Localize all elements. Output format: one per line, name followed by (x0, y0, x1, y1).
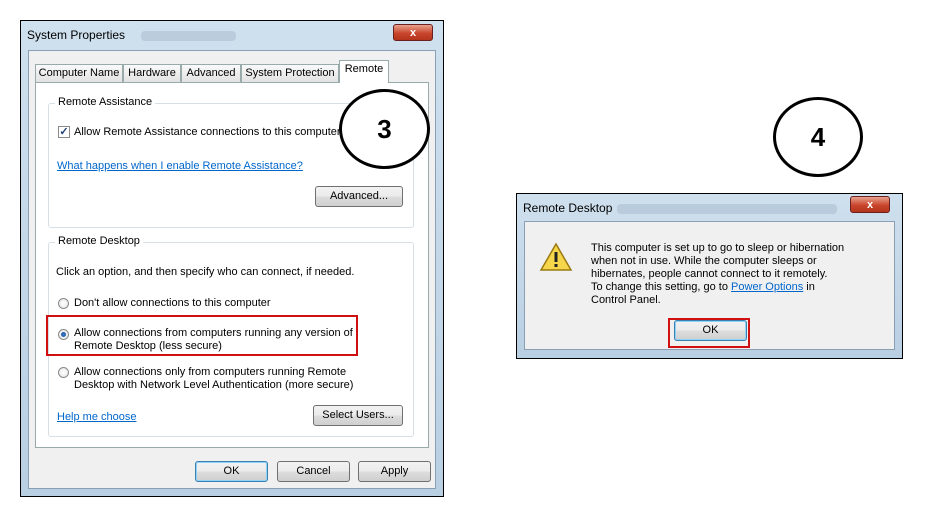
highlight-selected-option (46, 315, 358, 356)
remote-assistance-checkbox-label[interactable]: Allow Remote Assistance connections to t… (74, 126, 341, 139)
cancel-button[interactable]: Cancel (277, 461, 350, 482)
help-me-choose-link[interactable]: Help me choose (57, 411, 137, 423)
title-bar[interactable]: System Properties x (21, 21, 443, 49)
warning-icon (539, 242, 573, 271)
power-options-link[interactable]: Power Options (731, 281, 803, 293)
remote-assistance-checkbox[interactable]: ✓ (58, 126, 70, 138)
step-marker-4: 4 (773, 97, 863, 177)
dialog-title-blur (617, 204, 837, 214)
remote-desktop-instruction: Click an option, and then specify who ca… (56, 266, 355, 278)
radio-allow-nla-label-line1[interactable]: Allow connections only from computers ru… (74, 366, 346, 379)
highlight-dialog-ok (668, 318, 750, 348)
dialog-title: Remote Desktop (523, 201, 613, 215)
radio-dont-allow[interactable] (58, 298, 69, 309)
tab-remote[interactable]: Remote (339, 60, 389, 83)
tab-computer-name[interactable]: Computer Name (35, 64, 123, 82)
dialog-close-button[interactable]: x (850, 196, 890, 213)
tab-strip: Computer Name Hardware Advanced System P… (35, 60, 435, 84)
remote-desktop-group-label: Remote Desktop (55, 235, 143, 247)
dialog-title-bar[interactable]: Remote Desktop x (517, 194, 902, 222)
title-bar-blur (141, 31, 236, 41)
radio-allow-nla-label-line2[interactable]: Desktop with Network Level Authenticatio… (74, 379, 353, 392)
apply-button[interactable]: Apply (358, 461, 431, 482)
step-marker-3: 3 (339, 89, 430, 169)
close-button[interactable]: x (393, 24, 433, 41)
select-users-button[interactable]: Select Users... (313, 405, 403, 426)
remote-assistance-group-label: Remote Assistance (55, 96, 156, 108)
radio-dont-allow-label[interactable]: Don't allow connections to this computer (74, 297, 271, 310)
checkmark-icon: ✓ (59, 126, 69, 138)
dialog-message: This computer is set up to go to sleep o… (591, 242, 845, 306)
ok-button[interactable]: OK (195, 461, 268, 482)
tab-hardware[interactable]: Hardware (123, 64, 181, 82)
radio-allow-nla-only[interactable] (58, 367, 69, 378)
close-icon: x (866, 199, 874, 211)
close-icon: x (409, 27, 417, 39)
tab-system-protection[interactable]: System Protection (241, 64, 339, 82)
tab-advanced[interactable]: Advanced (181, 64, 241, 82)
advanced-button[interactable]: Advanced... (315, 186, 403, 207)
remote-assistance-help-link[interactable]: What happens when I enable Remote Assist… (57, 160, 303, 172)
window-title: System Properties (27, 28, 126, 42)
